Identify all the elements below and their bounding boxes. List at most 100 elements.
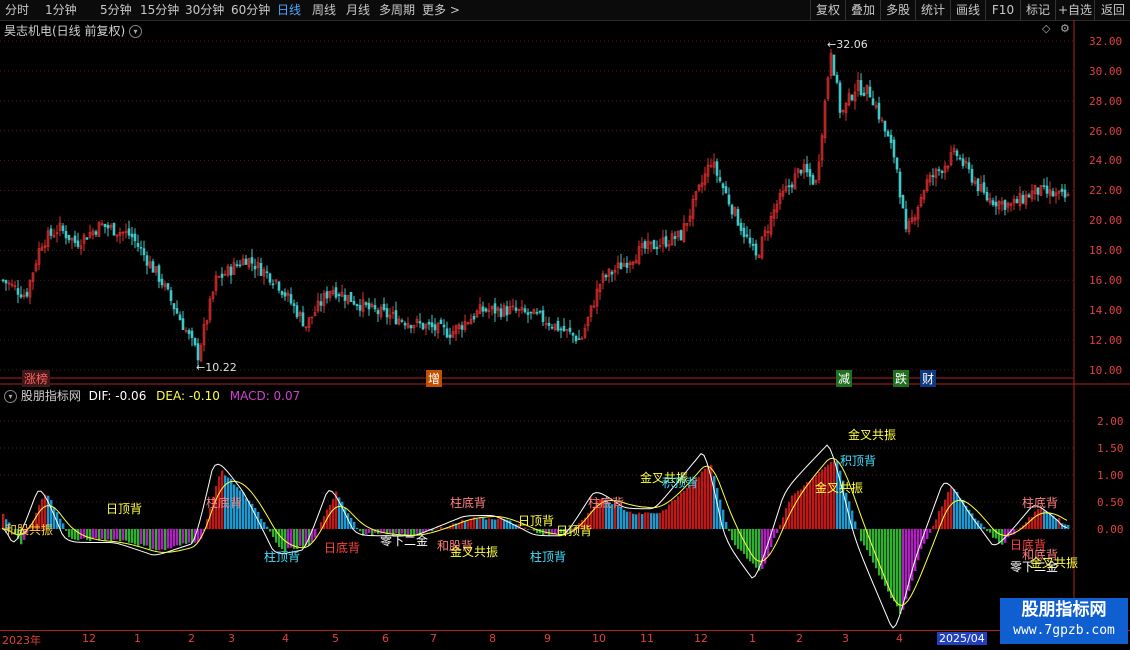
macd-bar xyxy=(95,529,98,539)
macd-bar xyxy=(467,520,470,529)
macd-bar xyxy=(989,529,992,533)
macd-bar xyxy=(89,529,92,542)
candle-body xyxy=(385,308,389,318)
macd-bar xyxy=(791,495,794,529)
candle-body xyxy=(295,305,299,318)
date-tick: 8 xyxy=(489,632,496,645)
macd-bar xyxy=(809,480,812,529)
candle-body xyxy=(556,320,560,331)
candle-body xyxy=(142,248,146,256)
event-tag[interactable]: 涨榜 xyxy=(22,370,51,387)
candle-body xyxy=(4,280,8,284)
candle-body xyxy=(190,330,194,339)
macd-bar xyxy=(713,476,716,529)
candle-body xyxy=(751,243,755,246)
macd-bar xyxy=(176,529,179,546)
candle-body xyxy=(187,330,191,335)
macd-bar xyxy=(740,529,743,551)
candle-body xyxy=(175,308,179,314)
macd-y-tick: 1.50 xyxy=(1097,442,1124,455)
candle-body xyxy=(235,264,239,266)
macd-bar xyxy=(686,487,689,529)
candle-body xyxy=(1,279,5,282)
candle-body xyxy=(742,227,746,238)
candle-body xyxy=(652,240,656,250)
high-price-label: ←32.06 xyxy=(827,38,868,51)
candle-body xyxy=(1051,191,1055,197)
signal-label: 柱底背 xyxy=(206,496,243,510)
macd-bar xyxy=(776,529,779,534)
macd-bar xyxy=(242,492,245,529)
candle-body xyxy=(334,287,338,298)
date-tick: 6 xyxy=(382,632,389,645)
macd-bar xyxy=(956,491,959,529)
event-tag[interactable]: 增 xyxy=(426,370,443,387)
macd-bar xyxy=(704,468,707,529)
date-tick: 1 xyxy=(134,632,141,645)
macd-bar xyxy=(662,510,665,529)
candle-body xyxy=(550,326,554,329)
macd-bar xyxy=(161,529,164,550)
candle-body xyxy=(967,162,971,170)
macd-bar xyxy=(296,529,299,549)
candle-body xyxy=(376,310,380,315)
macd-bar xyxy=(1037,509,1040,529)
candle-body xyxy=(886,131,890,137)
event-tag[interactable]: 财 xyxy=(920,370,937,387)
event-tag[interactable]: 跌 xyxy=(893,370,910,387)
candle-body xyxy=(1003,200,1007,210)
candle-body xyxy=(568,327,572,332)
macd-bar xyxy=(698,477,701,529)
macd-bar xyxy=(461,519,464,529)
date-tick: 9 xyxy=(544,632,551,645)
candle-body xyxy=(961,158,965,167)
candle-body xyxy=(868,86,872,98)
candle-body xyxy=(718,177,722,182)
macd-bar xyxy=(107,529,110,540)
macd-bar xyxy=(128,529,131,543)
candle-body xyxy=(427,322,431,325)
candle-body xyxy=(367,302,371,310)
macd-bar xyxy=(122,529,125,541)
candle-body xyxy=(439,319,443,325)
macd-y-tick: 1.00 xyxy=(1097,469,1124,482)
candle-body xyxy=(94,231,98,235)
candle-body xyxy=(940,170,944,173)
macd-bar xyxy=(998,529,1001,544)
y-tick: 18.00 xyxy=(1089,244,1123,257)
y-tick: 12.00 xyxy=(1089,334,1123,347)
macd-bar xyxy=(650,513,653,529)
candle-body xyxy=(133,233,137,242)
macd-bar xyxy=(986,529,989,532)
candle-body xyxy=(1015,199,1019,204)
date-tick: 3 xyxy=(228,632,235,645)
date-tick: 10 xyxy=(592,632,606,645)
candle-body xyxy=(937,169,941,171)
macd-bar xyxy=(302,529,305,548)
macd-bar xyxy=(134,529,137,545)
macd-bar xyxy=(356,527,359,529)
candle-body xyxy=(505,306,509,316)
signal-label: 柱底背 xyxy=(450,496,487,510)
candle-body xyxy=(337,294,341,297)
candle-body xyxy=(724,186,728,194)
macd-bar xyxy=(170,529,173,549)
macd-bar xyxy=(464,521,467,529)
candle-body xyxy=(730,204,734,215)
candle-body xyxy=(220,273,224,278)
signal-label: 柱顶背 xyxy=(264,550,301,564)
candle-body xyxy=(619,262,623,270)
signal-label: 日顶背 xyxy=(556,524,593,538)
macd-bar xyxy=(893,529,896,602)
candle-body xyxy=(655,246,659,250)
signal-label: 金叉共振 xyxy=(848,428,897,442)
macd-bar xyxy=(845,492,848,529)
event-tag[interactable]: 减 xyxy=(836,370,853,387)
chevron-down-icon[interactable]: ▾ xyxy=(4,390,17,403)
signal-label: 柱顶背 xyxy=(530,550,567,564)
macd-bar xyxy=(731,529,734,541)
macd-bar xyxy=(677,496,680,529)
candle-body xyxy=(382,303,386,310)
candle-body xyxy=(130,233,134,238)
macd-bar xyxy=(83,529,86,539)
